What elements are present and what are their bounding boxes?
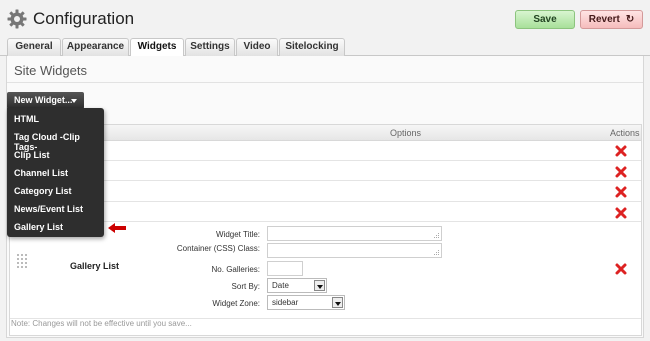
galleries-count-label: No. Galleries:	[211, 265, 260, 274]
table-row	[10, 203, 641, 222]
caret-down-icon	[71, 99, 77, 103]
tab-bar: General Appearance Widgets Settings Vide…	[0, 37, 650, 57]
drag-handle-icon[interactable]	[16, 253, 28, 269]
tab-video[interactable]: Video	[236, 38, 278, 56]
delete-x-icon[interactable]	[614, 206, 628, 220]
widget-title-input[interactable]	[267, 226, 442, 241]
header: Configuration Save Revert ↻	[0, 0, 650, 38]
chevron-down-icon	[314, 280, 325, 291]
menu-item-clip-list[interactable]: Clip List	[14, 150, 50, 160]
widget-name: Gallery List	[70, 261, 120, 271]
resize-grip-icon	[434, 233, 439, 238]
tab-appearance[interactable]: Appearance	[62, 38, 129, 56]
css-class-label: Container (CSS) Class:	[176, 244, 260, 253]
delete-x-icon[interactable]	[614, 144, 628, 158]
widget-title-label: Widget Title:	[215, 230, 260, 239]
save-note: Note: Changes will not be effective unti…	[11, 319, 192, 328]
css-class-input[interactable]	[267, 243, 442, 258]
gallery-widget-row: Gallery List Widget Title: Container (CS…	[10, 223, 641, 319]
widget-zone-label: Widget Zone:	[212, 299, 260, 308]
revert-label: Revert	[588, 14, 620, 25]
refresh-icon: ↻	[625, 14, 635, 25]
sort-by-select[interactable]: Date	[267, 278, 327, 293]
menu-item-category-list[interactable]: Category List	[14, 186, 72, 196]
tab-settings[interactable]: Settings	[185, 38, 235, 56]
delete-x-icon[interactable]	[614, 165, 628, 179]
galleries-count-input[interactable]	[267, 261, 303, 276]
divider	[7, 82, 643, 83]
table-row	[10, 162, 641, 181]
menu-item-channel-list[interactable]: Channel List	[14, 168, 68, 178]
page-title: Configuration	[33, 9, 135, 28]
menu-item-html[interactable]: HTML	[14, 114, 39, 124]
table-row	[10, 142, 641, 161]
chevron-down-icon	[332, 297, 343, 308]
red-arrow-pointer-icon	[108, 223, 126, 233]
gear-icon	[7, 9, 27, 29]
new-widget-menu: HTML Tag Cloud -Clip Tags- Clip List Cha…	[7, 108, 104, 237]
table-header: Options Actions	[10, 125, 641, 141]
menu-item-tag-cloud[interactable]: Tag Cloud -Clip Tags-	[14, 132, 104, 152]
menu-item-news-event-list[interactable]: News/Event List	[14, 204, 83, 214]
column-header-options: Options	[390, 128, 422, 138]
table-row	[10, 182, 641, 202]
widget-zone-value: sidebar	[272, 298, 299, 307]
delete-x-icon[interactable]	[614, 262, 628, 276]
tab-widgets[interactable]: Widgets	[130, 38, 184, 57]
sort-by-value: Date	[272, 281, 289, 290]
delete-x-icon[interactable]	[614, 185, 628, 199]
menu-item-gallery-list[interactable]: Gallery List	[14, 222, 63, 232]
configuration-page: Configuration Save Revert ↻ General Appea…	[0, 0, 650, 341]
resize-grip-icon	[434, 250, 439, 255]
new-widget-button[interactable]: New Widget...	[7, 92, 84, 109]
section-title: Site Widgets	[14, 63, 87, 78]
tab-general[interactable]: General	[7, 38, 61, 56]
save-button[interactable]: Save	[515, 10, 575, 29]
tab-sitelocking[interactable]: Sitelocking	[279, 38, 345, 56]
sort-by-label: Sort By:	[231, 282, 260, 291]
new-widget-label: New Widget...	[14, 95, 73, 105]
revert-button[interactable]: Revert ↻	[580, 10, 643, 29]
column-header-actions: Actions	[610, 128, 640, 138]
widget-zone-select[interactable]: sidebar	[267, 295, 345, 310]
